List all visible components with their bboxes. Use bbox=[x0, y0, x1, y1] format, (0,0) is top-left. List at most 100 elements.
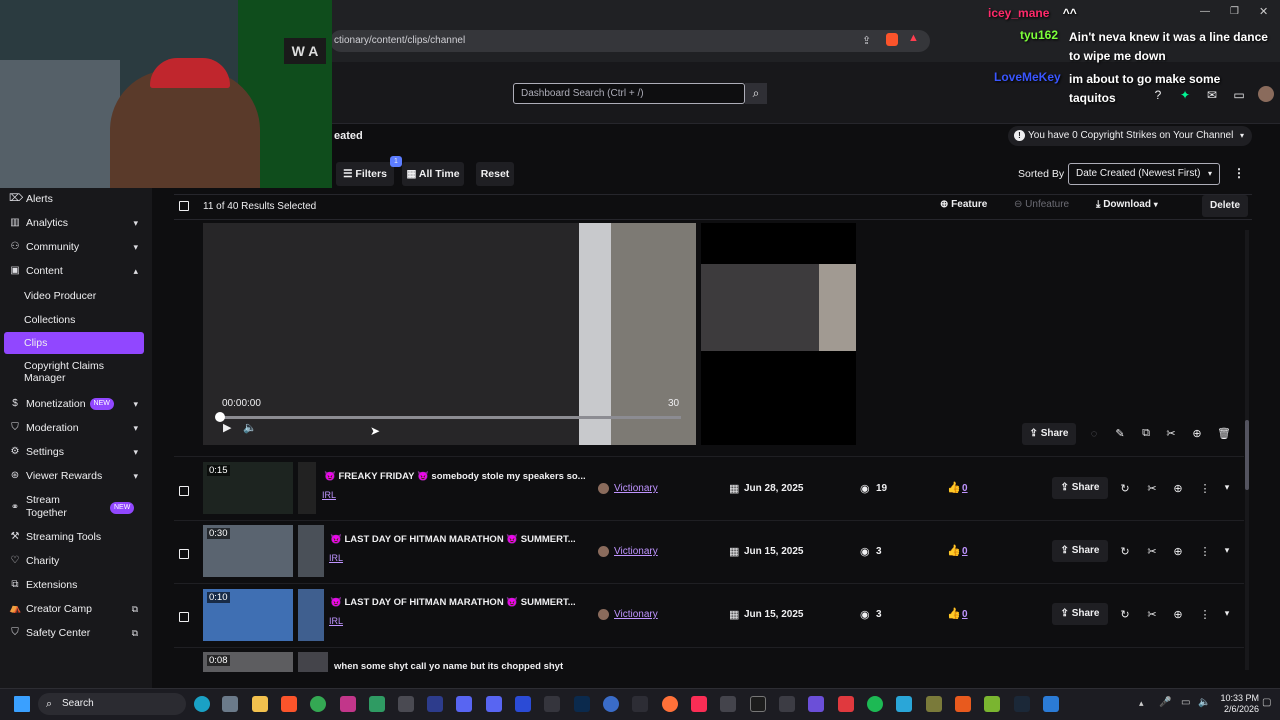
maximize-window-icon[interactable]: ❐ bbox=[1230, 6, 1239, 17]
app-icon[interactable] bbox=[340, 696, 356, 712]
sidebar-item-alerts[interactable]: ⌦ Alerts bbox=[0, 188, 152, 210]
scrollbar-thumb[interactable] bbox=[1245, 420, 1249, 490]
delete-button[interactable]: Delete bbox=[1202, 195, 1248, 217]
sidebar-item-clips[interactable]: Clips bbox=[4, 332, 144, 354]
add-circle-icon[interactable]: ⊕ bbox=[1171, 545, 1185, 558]
app-icon[interactable] bbox=[896, 696, 912, 712]
all-time-button[interactable]: ▦ All Time bbox=[402, 162, 464, 186]
play-icon[interactable]: ▶ bbox=[223, 421, 231, 434]
sidebar-item-stream-together[interactable]: ⚭ Stream Together NEW bbox=[0, 494, 152, 522]
app-icon[interactable] bbox=[603, 696, 619, 712]
clip-category[interactable]: IRL bbox=[329, 553, 343, 563]
row-checkbox[interactable] bbox=[179, 612, 189, 622]
scissors-icon[interactable]: ✂ bbox=[1145, 482, 1159, 495]
app-icon[interactable] bbox=[398, 696, 414, 712]
sidebar-item-charity[interactable]: ♡ Charity bbox=[0, 550, 152, 572]
edit-icon[interactable]: ✎ bbox=[1113, 427, 1127, 440]
chevron-down-icon[interactable]: ▾ bbox=[1220, 608, 1234, 619]
row-share-button[interactable]: ⇪ Share bbox=[1052, 477, 1108, 499]
minimize-window-icon[interactable]: — bbox=[1200, 6, 1210, 17]
brave-rewards-icon[interactable]: ▲ bbox=[908, 32, 919, 44]
app-icon[interactable] bbox=[456, 696, 472, 712]
scissors-icon[interactable]: ✂ bbox=[1164, 427, 1178, 440]
volume-icon[interactable]: 🔈 bbox=[243, 421, 257, 434]
reset-button[interactable]: Reset bbox=[476, 162, 514, 186]
sidebar-item-content[interactable]: ▣ Content ▴ bbox=[0, 260, 152, 282]
clip-title[interactable]: 😈 LAST DAY OF HITMAN MARATHON 😈 SUMMERT.… bbox=[330, 534, 576, 545]
app-icon[interactable] bbox=[515, 696, 531, 712]
clip-title[interactable]: 😈 LAST DAY OF HITMAN MARATHON 😈 SUMMERT.… bbox=[330, 597, 576, 608]
chevron-down-icon[interactable]: ▾ bbox=[1220, 482, 1234, 493]
app-icon[interactable] bbox=[750, 696, 766, 712]
tray-chevron-icon[interactable]: ▴ bbox=[1139, 698, 1144, 709]
clip-thumbnail[interactable]: 0:08 bbox=[203, 652, 293, 672]
row-share-button[interactable]: ⇪ Share bbox=[1052, 540, 1108, 562]
clip-category[interactable]: IRL bbox=[322, 490, 336, 500]
spotify-icon[interactable] bbox=[867, 696, 883, 712]
sidebar-item-collections[interactable]: Collections bbox=[0, 309, 152, 331]
sidebar-item-moderation[interactable]: ⛉ Moderation ▾ bbox=[0, 417, 152, 439]
app-icon[interactable] bbox=[808, 696, 824, 712]
app-icon[interactable] bbox=[632, 696, 648, 712]
avatar[interactable] bbox=[1258, 86, 1274, 102]
dashboard-search-input[interactable]: Dashboard Search (Ctrl + /) bbox=[513, 83, 745, 104]
sidebar-item-creator-camp[interactable]: ⛺ Creator Camp ⧉ bbox=[0, 598, 152, 620]
app-icon[interactable] bbox=[427, 696, 443, 712]
add-circle-icon[interactable]: ⊕ bbox=[1190, 427, 1204, 440]
search-icon[interactable]: ⌕ bbox=[745, 83, 767, 104]
sidebar-item-video-producer[interactable]: Video Producer bbox=[0, 285, 152, 307]
row-share-button[interactable]: ⇪ Share bbox=[1052, 603, 1108, 625]
unfeature-button[interactable]: ⊖ Unfeature bbox=[1014, 199, 1080, 215]
more-options-icon[interactable]: ⋮ bbox=[1198, 482, 1212, 495]
chevron-down-icon[interactable]: ▾ bbox=[1220, 545, 1234, 556]
row-checkbox[interactable] bbox=[179, 486, 189, 496]
share-page-icon[interactable]: ⇪ bbox=[862, 34, 871, 47]
sidebar-item-settings[interactable]: ⚙ Settings ▾ bbox=[0, 441, 152, 463]
photoshop-icon[interactable] bbox=[574, 696, 590, 712]
sidebar-item-viewer-rewards[interactable]: ⊛ Viewer Rewards ▾ bbox=[0, 465, 152, 487]
app-icon[interactable] bbox=[955, 696, 971, 712]
steam-icon[interactable] bbox=[1014, 696, 1030, 712]
taskbar-clock[interactable]: 10:33 PM 2/6/2026 bbox=[1217, 693, 1259, 715]
clip-video-player[interactable]: 00:00:00 30 ▶ 🔈 bbox=[203, 223, 696, 445]
app-icon[interactable] bbox=[779, 696, 795, 712]
windows-start-icon[interactable] bbox=[14, 696, 30, 712]
more-options-icon[interactable]: ⋮ bbox=[1198, 545, 1212, 558]
clip-likes[interactable]: 0 bbox=[962, 609, 968, 620]
sidebar-item-copyright-claims[interactable]: Copyright Claims Manager bbox=[0, 360, 120, 388]
address-bar[interactable]: ctionary/content/clips/channel bbox=[330, 30, 930, 52]
app-icon[interactable] bbox=[544, 696, 560, 712]
app-icon[interactable] bbox=[1043, 696, 1059, 712]
brave-icon[interactable] bbox=[281, 696, 297, 712]
microphone-icon[interactable]: 🎤 bbox=[1159, 697, 1171, 708]
clip-thumbnail[interactable]: 0:15 bbox=[203, 462, 293, 514]
settings-app-icon[interactable] bbox=[222, 696, 238, 712]
seek-bar[interactable] bbox=[219, 416, 681, 419]
row-checkbox[interactable] bbox=[179, 549, 189, 559]
sidebar-item-monetization[interactable]: $ Monetization NEW ▾ bbox=[0, 393, 152, 415]
speaker-icon[interactable]: 🔈 bbox=[1198, 697, 1210, 708]
clip-creator[interactable]: Victionary bbox=[614, 609, 658, 620]
clip-creator[interactable]: Victionary bbox=[614, 546, 658, 557]
sidebar-item-extensions[interactable]: ⧉ Extensions bbox=[0, 574, 152, 596]
app-icon[interactable] bbox=[926, 696, 942, 712]
music-icon[interactable] bbox=[691, 696, 707, 712]
filters-button[interactable]: ☰ Filters bbox=[336, 162, 394, 186]
chrome-icon[interactable] bbox=[310, 696, 326, 712]
player-share-button[interactable]: ⇪ Share bbox=[1022, 423, 1076, 445]
sort-dropdown[interactable]: Date Created (Newest First) ▾ bbox=[1068, 163, 1220, 185]
refresh-icon[interactable]: ↻ bbox=[1118, 608, 1132, 621]
app-icon[interactable] bbox=[369, 696, 385, 712]
sidebar-item-streaming-tools[interactable]: ⚒ Streaming Tools bbox=[0, 526, 152, 548]
app-icon[interactable] bbox=[984, 696, 1000, 712]
sidebar-item-community[interactable]: ⚇ Community ▾ bbox=[0, 236, 152, 258]
download-button[interactable]: ⤓ Download ▾ bbox=[1096, 199, 1176, 215]
refresh-icon[interactable]: ↻ bbox=[1118, 545, 1132, 558]
app-icon[interactable] bbox=[838, 696, 854, 712]
external-link-icon[interactable]: ⧉ bbox=[1139, 427, 1153, 440]
network-icon[interactable]: ▭ bbox=[1181, 697, 1190, 708]
add-circle-icon[interactable]: ⊕ bbox=[1171, 608, 1185, 621]
refresh-icon[interactable]: ↻ bbox=[1118, 482, 1132, 495]
clip-thumbnail[interactable]: 0:10 bbox=[203, 589, 293, 641]
sidebar-item-analytics[interactable]: ▥ Analytics ▾ bbox=[0, 212, 152, 234]
